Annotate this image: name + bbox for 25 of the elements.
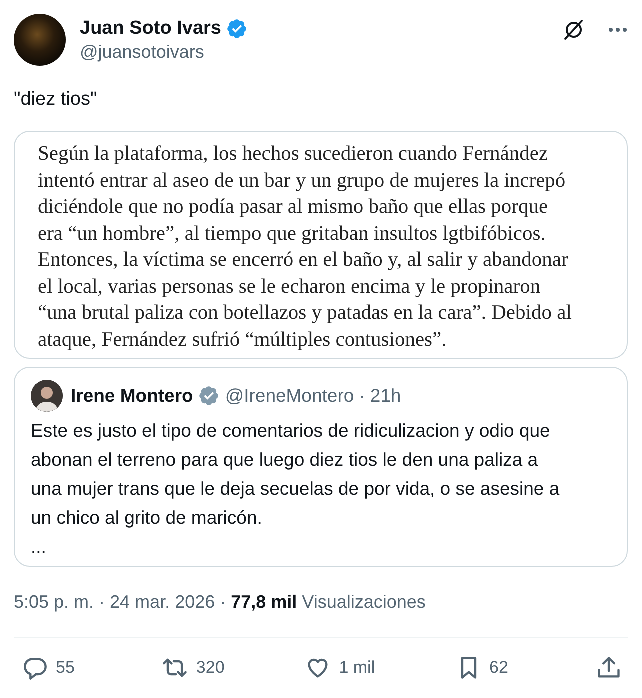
quoted-text-line: abonan el terreno para que luego diez tios le den una paliza a (31, 448, 538, 472)
author-name[interactable]: Juan Soto Ivars (80, 18, 222, 40)
article-text-line: diciéndole que no podía pasar al mismo baño que ellas porque (38, 195, 548, 220)
article-text-line: intentó entrar al aseo de un bar y un grupo de mujeres la increpó (38, 168, 566, 194)
post-time: 21h (370, 385, 402, 407)
article-text-line: ataque, Fernández sufrió “múltiples contusiones”. (38, 328, 447, 352)
quoted-text-line: ... (31, 535, 46, 559)
post-timestamp-views: 5:05 p. m. · 24 mar. 2026 · 77,8 mil Visualizaciones (14, 592, 426, 612)
article-text-line: era “un hombre”, al tiempo que gritaban insultos lgtbifóbicos. (38, 222, 546, 246)
article-text-line: Según la plataforma, los hechos sucedieron cuando Fernández (38, 142, 548, 167)
article-text-line: “una brutal paliza con botellazos y patadas en la cara”. Debido al (38, 301, 572, 326)
action-count: 1 mil (339, 658, 376, 678)
action-count: 55 (56, 658, 75, 678)
article-text-line: el local, varias personas se le echaron encima y le propinaron (38, 274, 541, 300)
tweet-text: "diez tios" (14, 89, 98, 110)
author-handle[interactable]: @juansotoivars (80, 42, 548, 62)
quoted-text-line: una mujer trans que le deja secuelas de por vida, o se asesine a (31, 477, 560, 501)
quoted-text-line: Este es justo el tipo de comentarios de ridiculizacion y odio que (31, 419, 550, 443)
quoted-text-line: un chico al grito de maricón. (31, 506, 262, 530)
quoted-author-handle: @IreneMontero (225, 385, 354, 407)
action-count: 62 (490, 658, 508, 678)
quoted-author-name: Irene Montero (71, 385, 194, 407)
action-count: 320 (196, 658, 225, 678)
separator-dot: · (359, 385, 366, 407)
article-text-line: Entonces, la víctima se encerró en el baño y, al salir y abandonar (38, 248, 568, 273)
